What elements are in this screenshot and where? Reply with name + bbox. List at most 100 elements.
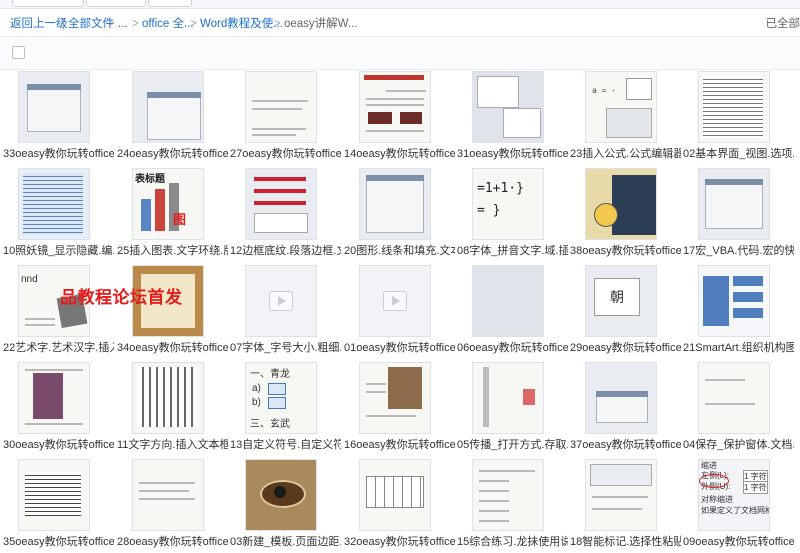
file-thumbnail [359, 459, 431, 531]
file-item[interactable]: 35oeasy教你玩转office... [3, 456, 114, 548]
file-thumbnail: 表标题 图 [132, 168, 204, 240]
file-thumbnail: 缩进 左侧(L): 1 字符 外侧(U): 1 字符 对称缩进 如果定义了文档网… [698, 459, 770, 531]
file-item[interactable]: 33oeasy教你玩转office... [3, 68, 114, 160]
file-item[interactable]: 一、青龙 a) b) 三、玄武 13自定义符号.自定义符... [230, 359, 341, 451]
file-name: 32oeasy教你玩转office... [344, 536, 455, 548]
file-item[interactable]: 21SmartArt.组织机构图... [683, 262, 794, 354]
breadcrumb-current: oeasy讲解W... [284, 18, 358, 30]
file-thumbnail [698, 265, 770, 337]
thumbnail-text: 三、玄武 [250, 419, 290, 430]
file-name: 02基本界面_视图.选项... [683, 148, 794, 160]
file-item[interactable]: 12边框底纹.段落边框.文... [230, 165, 341, 257]
file-name: 17宏_VBA.代码.宏的快捷... [683, 245, 794, 257]
file-item[interactable]: 04保存_保护窗体.文档... [683, 359, 794, 451]
file-item[interactable]: 05传播_打开方式.存取... [457, 359, 568, 451]
file-item[interactable]: 10照妖镜_显示隐藏.编... [3, 165, 114, 257]
file-item[interactable]: 28oeasy教你玩转office... [117, 456, 228, 548]
file-item[interactable]: 06oeasy教你玩转office... [457, 262, 568, 354]
file-name: 24oeasy教你玩转office... [117, 148, 228, 160]
file-thumbnail [18, 459, 90, 531]
file-name: 37oeasy教你玩转office... [570, 439, 681, 451]
file-item[interactable]: 02基本界面_视图.选项... [683, 68, 794, 160]
toolbar-button[interactable] [12, 0, 84, 7]
file-item[interactable]: 11文字方向.插入文本框... [117, 359, 228, 451]
file-item[interactable]: 15综合练习.龙抹使用说... [457, 456, 568, 548]
file-item[interactable]: 07字体_字号大小.粗细... [230, 262, 341, 354]
file-item[interactable]: a = · 23插入公式.公式编辑器... [570, 68, 681, 160]
file-name: 25插入图表.文字环绕.版... [117, 245, 228, 257]
file-item[interactable]: 27oeasy教你玩转office... [230, 68, 341, 160]
file-name: 11文字方向.插入文本框... [117, 439, 228, 451]
file-name: 31oeasy教你玩转office... [457, 148, 568, 160]
select-all-checkbox[interactable] [12, 46, 25, 59]
breadcrumb-ellipsis[interactable]: ... [118, 14, 128, 34]
back-link[interactable]: 返回上一级 [10, 14, 68, 34]
file-item[interactable]: 24oeasy教你玩转office... [117, 68, 228, 160]
file-name: 12边框底纹.段落边框.文... [230, 245, 341, 257]
file-item[interactable]: 38oeasy教你玩转office... [570, 165, 681, 257]
file-item[interactable]: 14oeasy教你玩转office... [344, 68, 455, 160]
file-name: 06oeasy教你玩转office... [457, 342, 568, 354]
file-name: 10照妖镜_显示隐藏.编... [3, 245, 114, 257]
file-item[interactable]: 表标题 图 25插入图表.文字环绕.版... [117, 165, 228, 257]
file-thumbnail [18, 168, 90, 240]
file-item[interactable]: 缩进 左侧(L): 1 字符 外侧(U): 1 字符 对称缩进 如果定义了文档网… [683, 456, 794, 548]
file-item[interactable]: =1+1·} = } 08字体_拼音文字.域.插... [457, 165, 568, 257]
file-name: 34oeasy教你玩转office... [117, 342, 228, 354]
toolbar-button[interactable] [148, 0, 192, 7]
file-name: 35oeasy教你玩转office... [3, 536, 114, 548]
breadcrumb-separator: | [62, 18, 65, 30]
thumbnail-text: 1 字符 [743, 481, 768, 494]
file-item[interactable]: 17宏_VBA.代码.宏的快捷... [683, 165, 794, 257]
file-thumbnail [472, 71, 544, 143]
thumbnail-text: 表标题 [135, 174, 165, 185]
file-thumbnail [132, 362, 204, 434]
file-thumbnail [585, 362, 657, 434]
breadcrumb-separator: > [190, 18, 197, 30]
file-thumbnail [245, 168, 317, 240]
file-name: 07字体_字号大小.粗细... [230, 342, 341, 354]
video-play-icon [269, 291, 293, 311]
file-item[interactable]: 31oeasy教你玩转office... [457, 68, 568, 160]
file-item[interactable]: 朝 29oeasy教你玩转office... [570, 262, 681, 354]
file-name: 27oeasy教你玩转office... [230, 148, 341, 160]
file-item[interactable]: 03新建_模板.页面边距... [230, 456, 341, 548]
file-thumbnail [698, 168, 770, 240]
file-name: 21SmartArt.组织机构图... [683, 342, 794, 354]
file-item[interactable]: 18智能标记.选择性粘贴... [570, 456, 681, 548]
breadcrumb: 返回上一级 | 全部文件 > ... > office 全... > Word教… [0, 14, 800, 34]
toolbar [0, 0, 800, 9]
file-name: 38oeasy教你玩转office... [570, 245, 681, 257]
video-play-icon [383, 291, 407, 311]
file-name: 14oeasy教你玩转office... [344, 148, 455, 160]
file-item[interactable]: 20图形.线条和填充.文本... [344, 165, 455, 257]
loaded-status: 已全部 [765, 18, 800, 30]
thumbnail-text: b) [252, 397, 261, 408]
file-name: 28oeasy教你玩转office... [117, 536, 228, 548]
file-item[interactable]: 32oeasy教你玩转office... [344, 456, 455, 548]
file-item[interactable]: 01oeasy教你玩转office... [344, 262, 455, 354]
file-item[interactable]: 37oeasy教你玩转office... [570, 359, 681, 451]
file-thumbnail [698, 71, 770, 143]
file-thumbnail [472, 459, 544, 531]
thumbnail-text: 朝 [594, 278, 640, 316]
thumbnail-text: =1+1·} [477, 181, 524, 196]
breadcrumb-separator: > [132, 18, 139, 30]
file-name: 18智能标记.选择性粘贴... [570, 536, 681, 548]
breadcrumb-office[interactable]: office 全... [142, 14, 194, 34]
toolbar-button[interactable] [86, 0, 146, 7]
file-name: 05传播_打开方式.存取... [457, 439, 568, 451]
file-thumbnail [472, 265, 544, 337]
thumbnail-text: 对称缩进 [701, 495, 733, 504]
breadcrumb-separator: > [274, 18, 281, 30]
file-thumbnail [132, 71, 204, 143]
breadcrumb-separator: > [108, 18, 115, 30]
file-item[interactable]: 16oeasy教你玩转office... [344, 359, 455, 451]
file-item[interactable]: 30oeasy教你玩转office... [3, 359, 114, 451]
file-name: 23插入公式.公式编辑器... [570, 148, 681, 160]
file-name: 22艺术字.艺术汉字.插入... [3, 342, 114, 354]
breadcrumb-word[interactable]: Word教程及使... [200, 14, 283, 34]
file-name: 30oeasy教你玩转office... [3, 439, 114, 451]
file-name: 20图形.线条和填充.文本... [344, 245, 455, 257]
file-thumbnail: a = · [585, 71, 657, 143]
